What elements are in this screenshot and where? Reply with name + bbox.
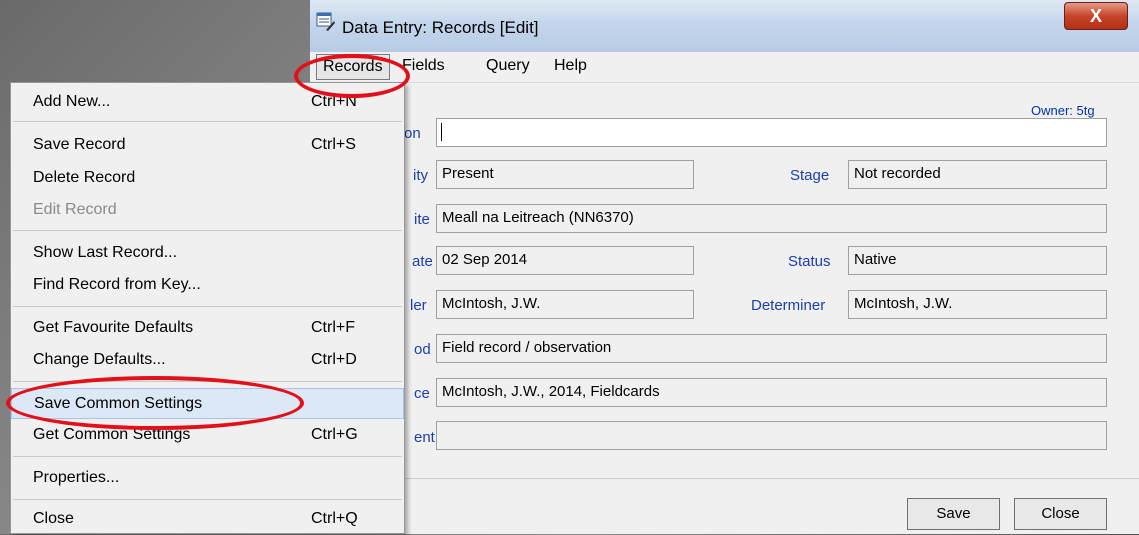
menu-item-label: Edit Record [33,201,117,218]
title-bar[interactable]: Data Entry: Records [Edit] X [310,0,1139,52]
menu-help[interactable]: Help [554,57,587,75]
annotation-ring-save-common-settings [6,376,304,430]
recorder-label: ler [410,297,427,314]
menu-item-change-defaults[interactable]: Change Defaults... Ctrl+D [11,345,404,376]
comment-field[interactable] [436,421,1107,450]
menu-item-label: Delete Record [33,169,136,186]
method-field[interactable]: Field record / observation [436,334,1107,363]
menu-item-label: Find Record from Key... [33,276,201,293]
site-field[interactable]: Meall na Leitreach (NN6370) [436,204,1107,233]
menu-item-label: Save Record [33,136,126,153]
source-field[interactable]: McIntosh, J.W., 2014, Fieldcards [436,378,1107,407]
status-field[interactable]: Native [848,246,1107,275]
app-window-icon [316,12,336,32]
comment-label: ent [414,429,435,446]
site-label: ite [414,211,430,228]
menu-item-close[interactable]: Close Ctrl+Q [11,504,404,535]
menu-item-get-favourite-defaults[interactable]: Get Favourite Defaults Ctrl+F [11,313,404,344]
menu-item-shortcut: Ctrl+F [311,319,355,336]
determiner-field[interactable]: McIntosh, J.W. [848,290,1107,319]
menu-separator [13,230,402,231]
data-entry-window: Data Entry: Records [Edit] X Records Fie… [310,0,1139,534]
status-label: Status [788,253,831,270]
date-label: ate [412,253,433,270]
method-label: od [414,341,431,358]
taxon-input[interactable] [436,118,1107,147]
menu-item-save-record[interactable]: Save Record Ctrl+S [11,130,404,161]
menu-separator [13,121,402,122]
menu-bar: Records Fields Query Help [310,52,1139,83]
menu-item-label: Get Favourite Defaults [33,319,194,336]
menu-item-label: Properties... [33,469,120,486]
close-button[interactable]: Close [1014,498,1107,530]
taxon-label: on [404,125,421,142]
text-caret [441,123,442,141]
menu-item-show-last-record[interactable]: Show Last Record... [11,238,404,269]
save-button[interactable]: Save [907,498,1000,530]
menu-item-properties[interactable]: Properties... [11,463,404,494]
menu-item-label: Close [33,510,74,527]
menu-item-label: Change Defaults... [33,351,166,368]
menu-item-label: Add New... [33,93,111,110]
date-field[interactable]: 02 Sep 2014 [436,246,694,275]
menu-item-shortcut: Ctrl+G [311,426,358,443]
window-title: Data Entry: Records [Edit] [342,18,539,37]
menu-item-shortcut: Ctrl+Q [311,510,358,527]
menu-separator [13,306,402,307]
records-dropdown-menu: Add New... Ctrl+N Save Record Ctrl+S Del… [10,82,405,534]
menu-separator [13,499,402,500]
button-divider [405,478,1139,479]
stage-label: Stage [790,167,830,184]
menu-separator [13,456,402,457]
stage-field[interactable]: Not recorded [848,160,1107,189]
menu-item-shortcut: Ctrl+S [311,136,356,153]
quantity-field[interactable]: Present [436,160,694,189]
window-close-button[interactable]: X [1064,2,1128,30]
determiner-label: Determiner [751,297,826,314]
recorder-field[interactable]: McIntosh, J.W. [436,290,694,319]
menu-item-delete-record[interactable]: Delete Record [11,163,404,194]
annotation-ring-records-menu [294,54,410,98]
menu-item-label: Show Last Record... [33,244,178,261]
menu-item-shortcut: Ctrl+D [311,351,357,368]
menu-query[interactable]: Query [486,57,530,75]
source-label: ce [414,385,430,402]
menu-item-edit-record: Edit Record [11,195,404,226]
quantity-label: ity [413,167,428,184]
menu-item-find-record-from-key[interactable]: Find Record from Key... [11,270,404,301]
owner-label: Owner: 5tg [1031,103,1095,118]
